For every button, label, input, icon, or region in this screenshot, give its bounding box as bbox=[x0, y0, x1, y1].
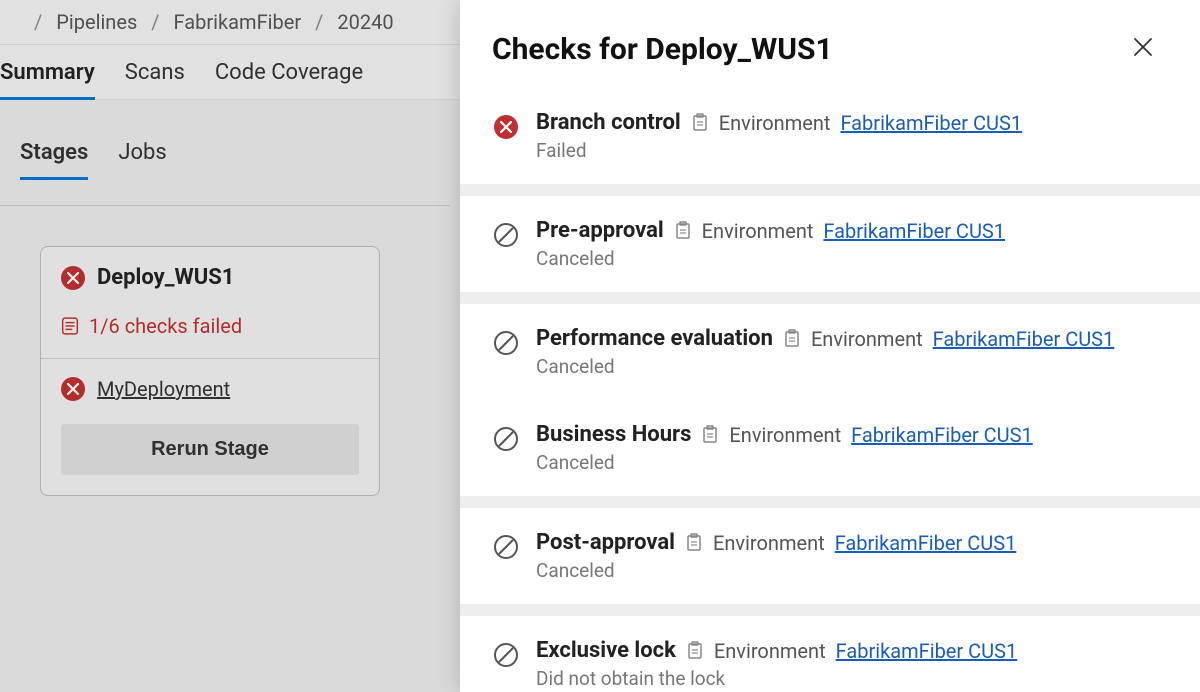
check-title: Business Hours bbox=[536, 422, 691, 447]
tab-scans[interactable]: Scans bbox=[125, 46, 185, 99]
breadcrumb-separator: / bbox=[315, 10, 323, 34]
check-item[interactable]: Branch control Environment FabrikamFiber C… bbox=[460, 88, 1200, 184]
cancel-icon bbox=[493, 222, 519, 248]
breadcrumb-item[interactable]: Pipelines bbox=[56, 10, 137, 34]
environment-label: Environment bbox=[729, 423, 841, 447]
checks-panel: Checks for Deploy_WUS1 Branch control Env… bbox=[460, 0, 1200, 692]
cancel-icon bbox=[493, 330, 519, 356]
close-button[interactable] bbox=[1126, 30, 1160, 68]
fail-icon bbox=[494, 115, 518, 139]
environment-label: Environment bbox=[713, 531, 825, 555]
environment-label: Environment bbox=[714, 639, 826, 663]
check-title: Exclusive lock bbox=[536, 638, 676, 663]
environment-icon bbox=[701, 425, 719, 445]
environment-link[interactable]: FabrikamFiber CUS1 bbox=[836, 639, 1018, 663]
check-title: Branch control bbox=[536, 110, 681, 135]
deployment-link[interactable]: MyDeployment bbox=[97, 377, 230, 401]
check-title: Performance evaluation bbox=[536, 326, 773, 351]
stage-checks-status[interactable]: 1/6 checks failed bbox=[41, 300, 379, 358]
check-item[interactable]: Performance evaluation Environment Fabrika… bbox=[460, 304, 1200, 400]
check-item[interactable]: Pre-approval Environment FabrikamFiber CUS… bbox=[460, 196, 1200, 292]
fail-icon bbox=[61, 377, 85, 401]
breadcrumb-item[interactable]: 20240 bbox=[337, 10, 393, 34]
environment-icon bbox=[691, 113, 709, 133]
subtab-jobs[interactable]: Jobs bbox=[118, 130, 166, 175]
divider bbox=[460, 604, 1200, 616]
environment-link[interactable]: FabrikamFiber CUS1 bbox=[835, 531, 1017, 555]
cancel-icon bbox=[493, 534, 519, 560]
environment-icon bbox=[783, 329, 801, 349]
environment-label: Environment bbox=[811, 327, 923, 351]
close-icon bbox=[1132, 36, 1154, 58]
environment-icon bbox=[686, 641, 704, 661]
environment-link[interactable]: FabrikamFiber CUS1 bbox=[840, 111, 1022, 135]
subtab-stages[interactable]: Stages bbox=[20, 130, 88, 175]
rerun-stage-button[interactable]: Rerun Stage bbox=[61, 424, 359, 475]
environment-link[interactable]: FabrikamFiber CUS1 bbox=[851, 423, 1033, 447]
fail-icon bbox=[61, 266, 85, 290]
tab-code-coverage[interactable]: Code Coverage bbox=[215, 46, 363, 99]
checks-failed-text: 1/6 checks failed bbox=[89, 314, 242, 338]
breadcrumb-separator: / bbox=[151, 10, 159, 34]
divider bbox=[460, 184, 1200, 196]
stage-card: Deploy_WUS1 1/6 checks failed MyDeployme… bbox=[40, 246, 380, 496]
breadcrumb-separator: / bbox=[34, 10, 42, 34]
environment-label: Environment bbox=[719, 111, 831, 135]
check-status: Canceled bbox=[536, 451, 1168, 474]
environment-label: Environment bbox=[702, 219, 814, 243]
breadcrumb-item[interactable]: FabrikamFiber bbox=[174, 10, 302, 34]
check-title: Post-approval bbox=[536, 530, 675, 555]
check-title: Pre-approval bbox=[536, 218, 664, 243]
divider bbox=[460, 496, 1200, 508]
environment-icon bbox=[674, 221, 692, 241]
environment-icon bbox=[685, 533, 703, 553]
panel-title: Checks for Deploy_WUS1 bbox=[492, 32, 833, 67]
environment-link[interactable]: FabrikamFiber CUS1 bbox=[933, 327, 1115, 351]
environment-link[interactable]: FabrikamFiber CUS1 bbox=[823, 219, 1005, 243]
check-status: Canceled bbox=[536, 559, 1168, 582]
cancel-icon bbox=[493, 426, 519, 452]
checks-list: Branch control Environment FabrikamFiber C… bbox=[460, 88, 1200, 692]
check-item[interactable]: Business Hours Environment FabrikamFiber C… bbox=[460, 400, 1200, 496]
check-status: Did not obtain the lock bbox=[536, 667, 1168, 690]
divider bbox=[460, 292, 1200, 304]
cancel-icon bbox=[493, 642, 519, 668]
check-status: Canceled bbox=[536, 355, 1168, 378]
stage-name: Deploy_WUS1 bbox=[97, 265, 234, 290]
check-status: Failed bbox=[536, 139, 1168, 162]
check-status: Canceled bbox=[536, 247, 1168, 270]
checklist-icon bbox=[61, 317, 79, 335]
check-item[interactable]: Exclusive lock Environment FabrikamFiber C… bbox=[460, 616, 1200, 692]
check-item[interactable]: Post-approval Environment FabrikamFiber CU… bbox=[460, 508, 1200, 604]
tab-summary[interactable]: Summary bbox=[0, 46, 95, 99]
